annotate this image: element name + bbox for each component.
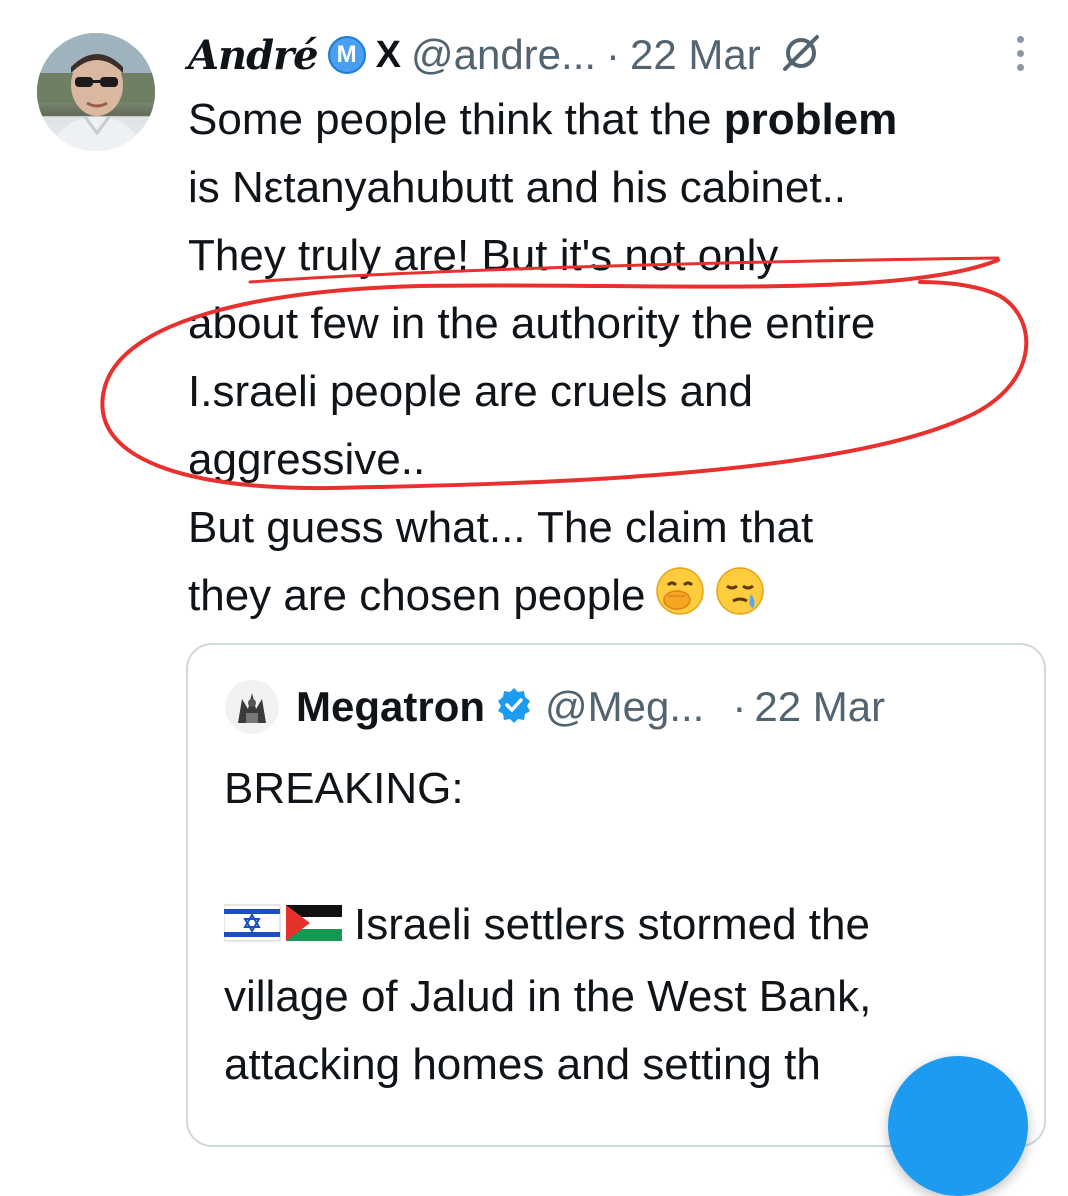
m-badge-icon: M [327,36,366,74]
quoted-line-4: village of Jalud in the West Bank, [224,972,872,1021]
quoted-author-avatar[interactable] [224,679,280,735]
x-logo-icon: X [375,33,401,76]
quoted-line-2 [224,823,1024,891]
flag-israel-icon [223,904,281,942]
tweet-line-6: aggressive.. [188,435,426,484]
flag-palestine-icon [286,905,342,941]
tweet-line-1-text: Some people think that the [188,95,724,144]
author-display-name[interactable]: André [188,32,319,79]
compose-fab[interactable] [888,1056,1028,1196]
quoted-separator-dot: · [732,683,747,730]
quoted-tweet-date[interactable]: 22 Mar [754,683,885,731]
quoted-line-3-text: Israeli settlers stormed the [354,900,870,949]
verified-badge-icon [495,686,533,728]
quoted-line-3: Israeli settlers stormed the [223,891,1024,963]
tweet-date[interactable]: 22 Mar [630,31,761,79]
quoted-author-name[interactable]: Megatron [296,683,485,731]
author-avatar[interactable] [37,33,155,151]
more-options-icon[interactable] [1010,36,1030,78]
tweet-line-8-text: they are chosen people [188,571,646,620]
flags-icon [223,895,344,963]
tweet-line-4: about few in the authority the entire [188,299,876,348]
quoted-author-handle[interactable]: @Meg... [545,683,704,731]
tweet-text: Some people think that the problem is Nε… [188,86,1058,636]
tweet-header: André M X @andre... · 22 Mar [188,22,821,88]
quoted-tweet-text: BREAKING: Israeli settlers stormed the v… [223,755,1024,1099]
tweet-line-5: I.sraeli people are cruels and [188,367,753,416]
quoted-tweet-header: Megatron @Meg... · 22 Mar [224,677,885,737]
tweet-line-8: they are chosen people [188,562,1058,636]
bold-word: problem [723,95,898,144]
author-handle[interactable]: @andre... [411,31,596,79]
tweet-line-3: They truly are! But it's not only [188,231,779,280]
face-with-hand-over-mouth-icon [655,566,705,636]
tweet-line-1: Some people think that the problem [188,86,1058,154]
quoted-line-1: BREAKING: [224,764,464,813]
separator-dot: · [606,31,621,78]
tweet-line-7: But guess what... The claim that [188,503,814,552]
tweet-line-2: is Nεtanyahubutt and his cabinet.. [188,163,847,212]
grok-icon[interactable] [781,33,821,77]
avatar-portrait [37,33,155,151]
sleepy-face-icon [715,566,765,636]
